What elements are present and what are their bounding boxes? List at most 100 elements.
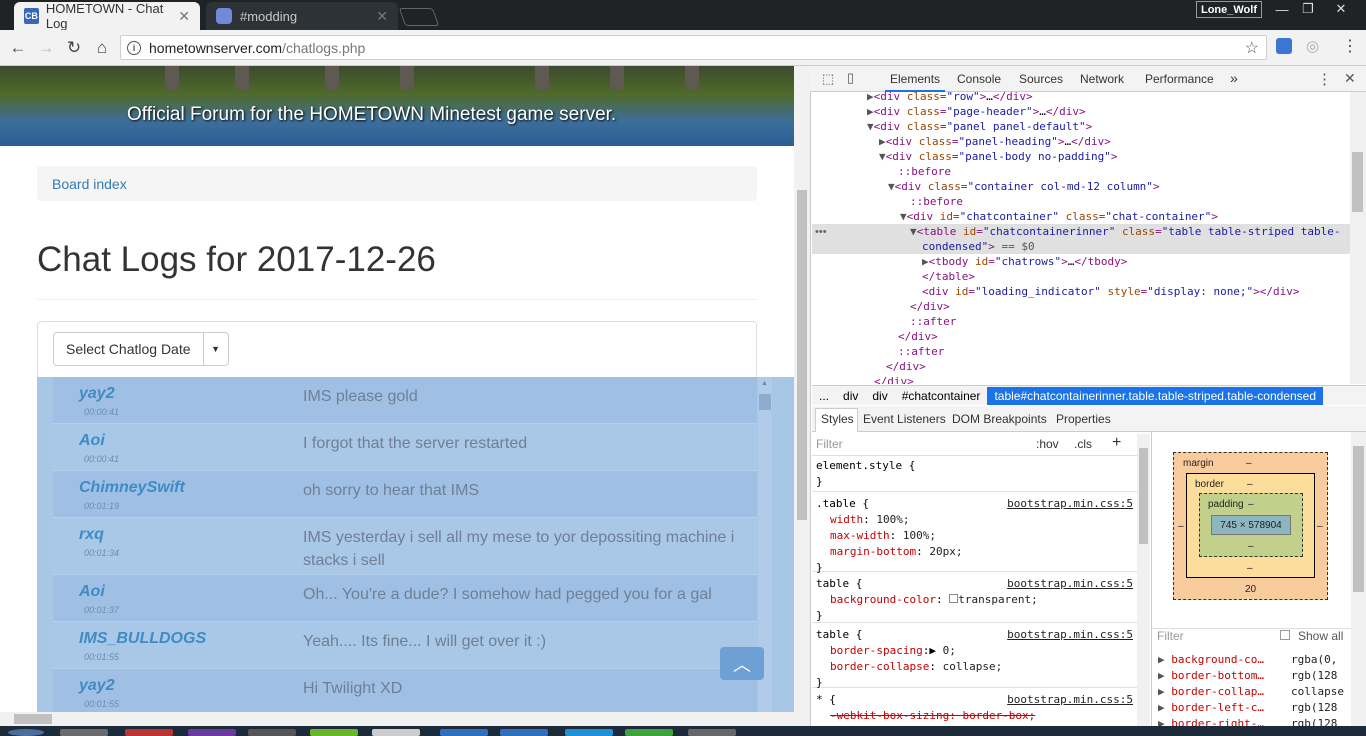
dom-node[interactable]: ▼<div id="chatcontainer" class="chat-con… (900, 209, 1218, 224)
padding-bottom-value[interactable]: – (1248, 541, 1254, 552)
page-vertical-scrollbar[interactable] (794, 66, 810, 726)
dom-node[interactable]: ▶<div class="panel-heading">…</div> (879, 134, 1111, 149)
css-declaration[interactable]: border-collapse: collapse; (816, 659, 1133, 675)
css-declaration-overridden[interactable]: -webkit-box-sizing: border-box; (816, 708, 1133, 724)
dom-node[interactable]: ▼<div class="panel panel-default"> (867, 119, 1092, 134)
computed-property[interactable]: ▶ background-co… rgba(0, (1158, 653, 1337, 666)
board-index-link[interactable]: Board index (52, 176, 127, 192)
computed-scrollbar[interactable] (1351, 432, 1366, 726)
bookmark-star-icon[interactable]: ☆ (1245, 38, 1259, 58)
tab-dom-breakpoints[interactable]: DOM Breakpoints (952, 412, 1047, 426)
scroll-thumb[interactable] (759, 394, 771, 410)
caret-down-icon[interactable]: ▼ (204, 333, 228, 365)
close-devtools-icon[interactable]: ✕ (1344, 70, 1356, 87)
taskbar-app-icon[interactable] (372, 729, 420, 736)
scroll-up-icon[interactable]: ▲ (761, 380, 768, 387)
scroll-thumb[interactable] (1353, 446, 1364, 592)
breadcrumb-item[interactable]: div (865, 389, 894, 403)
css-declaration[interactable]: width: 100%; (816, 512, 1133, 528)
dom-node[interactable]: </div> (910, 299, 950, 314)
new-tab-button[interactable] (398, 8, 440, 26)
start-button[interactable] (8, 729, 44, 736)
add-rule-icon[interactable]: + (1112, 434, 1121, 452)
dom-node[interactable]: ▼<div class="container col-md-12 column"… (888, 179, 1160, 194)
computed-filter-input[interactable]: Filter (1157, 629, 1184, 643)
breadcrumb-item-selected[interactable]: table#chatcontainerinner.table.table-str… (987, 386, 1323, 405)
padding-top-value[interactable]: – (1248, 499, 1254, 510)
tab-elements[interactable]: Elements (890, 72, 940, 86)
dom-node[interactable]: </div> (874, 374, 914, 384)
hov-toggle[interactable]: :hov (1036, 437, 1059, 451)
home-icon[interactable]: ⌂ (90, 36, 114, 60)
username[interactable]: yay2 (79, 385, 115, 403)
styles-scrollbar[interactable] (1137, 434, 1150, 726)
source-link[interactable]: bootstrap.min.css:5 (1007, 627, 1133, 643)
taskbar-app-icon[interactable] (500, 729, 548, 736)
username[interactable]: Aoi (79, 432, 105, 450)
taskbar-app-icon[interactable] (688, 729, 736, 736)
source-link[interactable]: bootstrap.min.css:5 (1007, 496, 1133, 512)
minimize-icon[interactable]: — (1268, 0, 1296, 18)
tab-sources[interactable]: Sources (1019, 72, 1063, 86)
extension-icon[interactable] (1276, 38, 1292, 54)
tab-styles[interactable]: Styles (821, 412, 854, 426)
profile-button[interactable]: Lone_Wolf (1196, 1, 1262, 18)
source-link[interactable]: bootstrap.min.css:5 (1007, 576, 1133, 592)
styles-filter-input[interactable]: Filter (816, 437, 843, 451)
css-declaration[interactable]: background-color: transparent; (816, 592, 1133, 608)
dom-node[interactable]: ▶<div class="page-header">…</div> (867, 104, 1086, 119)
margin-top-value[interactable]: – (1246, 458, 1252, 469)
forward-icon[interactable]: → (34, 36, 58, 60)
taskbar-app-icon[interactable] (125, 729, 173, 736)
menu-icon[interactable]: ⋮ (1342, 36, 1358, 56)
devtools-menu-icon[interactable]: ⋮ (1317, 70, 1332, 88)
computed-property[interactable]: ▶ border-left-c… rgb(128 (1158, 701, 1337, 714)
taskbar-app-icon[interactable] (188, 729, 236, 736)
dom-node-selected[interactable]: condensed"> == $0 (922, 239, 1035, 254)
more-tabs-icon[interactable]: » (1230, 70, 1238, 86)
elements-scrollbar[interactable] (1350, 92, 1366, 384)
margin-right-value[interactable]: – (1317, 521, 1323, 532)
tab-modding[interactable]: #modding ✕ (206, 2, 398, 30)
dom-node[interactable]: ::before (910, 194, 963, 209)
scroll-thumb[interactable] (14, 714, 52, 724)
breadcrumb-item[interactable]: ... (812, 389, 836, 403)
dom-node[interactable]: ▶<div class="row">…</div> (867, 92, 1033, 104)
rule-selector[interactable]: element.style { (816, 458, 1133, 474)
tab-event-listeners[interactable]: Event Listeners (863, 412, 946, 426)
dom-node[interactable]: ::after (898, 344, 944, 359)
border-top-value[interactable]: – (1247, 479, 1253, 490)
cls-toggle[interactable]: .cls (1074, 437, 1092, 451)
dom-node[interactable]: ::after (910, 314, 956, 329)
back-to-top-button[interactable]: ︿ (720, 647, 764, 680)
close-tab-icon[interactable]: ✕ (178, 8, 190, 25)
scroll-thumb[interactable] (1139, 448, 1148, 544)
border-bottom-value[interactable]: – (1247, 563, 1253, 574)
css-declaration[interactable]: max-width: 100%; (816, 528, 1133, 544)
dom-node[interactable]: </table> (922, 269, 975, 284)
sync-icon[interactable]: ◎ (1306, 37, 1319, 55)
tab-performance[interactable]: Performance (1145, 72, 1214, 86)
address-bar[interactable]: i hometownserver.com/chatlogs.php ☆ (120, 35, 1267, 60)
scroll-thumb[interactable] (797, 190, 807, 520)
computed-property[interactable]: ▶ border-bottom… rgb(128 (1158, 669, 1337, 682)
color-swatch-icon[interactable] (949, 594, 959, 603)
username[interactable]: rxq (79, 526, 104, 544)
dom-node[interactable]: </div> (898, 329, 938, 344)
margin-bottom-value[interactable]: 20 (1245, 584, 1256, 595)
breadcrumb-item[interactable]: div (836, 389, 865, 403)
computed-property[interactable]: ▶ border-collap… collapse (1158, 685, 1344, 698)
taskbar-app-icon[interactable] (440, 729, 488, 736)
username[interactable]: yay2 (79, 677, 115, 695)
tab-hometown[interactable]: CB HOMETOWN - Chat Log ✕ (14, 1, 200, 31)
select-date-button[interactable]: Select Chatlog Date ▼ (53, 332, 229, 366)
dom-node[interactable]: ::before (898, 164, 951, 179)
dom-node-selected[interactable]: ▼<table id="chatcontainerinner" class="t… (910, 224, 1341, 239)
margin-left-value[interactable]: – (1178, 521, 1184, 532)
dom-node[interactable]: </div> (886, 359, 926, 374)
reload-icon[interactable]: ↻ (62, 36, 86, 60)
back-icon[interactable]: ← (6, 36, 30, 60)
taskbar-app-icon[interactable] (565, 729, 613, 736)
source-link[interactable]: bootstrap.min.css:5 (1007, 692, 1133, 708)
info-icon[interactable]: i (127, 40, 141, 55)
